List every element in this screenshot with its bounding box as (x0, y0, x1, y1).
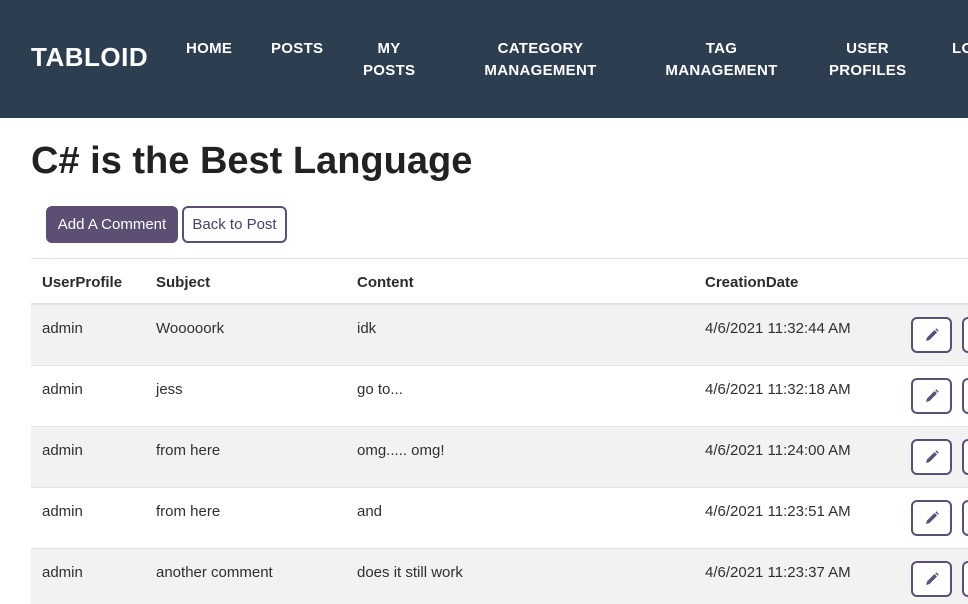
cell-content: and (357, 503, 383, 520)
nav-tag-management[interactable]: TAG MANAGEMENT (664, 38, 779, 82)
header-creationdate: CreationDate (705, 274, 799, 291)
header-userprofile: UserProfile (42, 274, 123, 291)
table-header: UserProfile Subject Content CreationDate (31, 258, 968, 305)
table-row: admin from here and 4/6/2021 11:23:51 AM (31, 488, 968, 549)
comments-table: UserProfile Subject Content CreationDate… (31, 258, 968, 604)
cell-date: 4/6/2021 11:23:51 AM (705, 503, 851, 520)
brand-logo[interactable]: TABLOID (31, 42, 148, 73)
table-row: admin jess go to... 4/6/2021 11:32:18 AM (31, 366, 968, 427)
cell-user: admin (42, 564, 83, 581)
table-row: admin another comment does it still work… (31, 549, 968, 604)
delete-button[interactable] (962, 561, 968, 597)
table-row: admin from here omg..... omg! 4/6/2021 1… (31, 427, 968, 488)
nav-home[interactable]: HOME (186, 38, 232, 60)
cell-subject: another comment (156, 564, 273, 581)
edit-button[interactable] (911, 500, 952, 536)
cell-content: go to... (357, 381, 403, 398)
cell-subject: from here (156, 503, 221, 520)
cell-content: idk (357, 320, 377, 337)
cell-user: admin (42, 503, 83, 520)
cell-date: 4/6/2021 11:32:18 AM (705, 381, 851, 398)
cell-user: admin (42, 381, 83, 398)
pencil-icon (925, 450, 939, 463)
pencil-icon (925, 389, 939, 402)
nav-user-profiles[interactable]: USER PROFILES (829, 38, 906, 82)
pencil-icon (925, 328, 939, 341)
edit-button[interactable] (911, 439, 952, 475)
cell-user: admin (42, 442, 83, 459)
cell-subject: Wooooork (156, 320, 225, 337)
nav-logout[interactable]: LO (952, 38, 968, 60)
delete-button[interactable] (962, 378, 968, 414)
add-comment-button[interactable]: Add A Comment (46, 206, 178, 243)
cell-subject: from here (156, 442, 221, 459)
delete-button[interactable] (962, 317, 968, 353)
nav-my-posts[interactable]: MY POSTS (363, 38, 415, 82)
delete-button[interactable] (962, 500, 968, 536)
cell-content: does it still work (357, 564, 463, 581)
cell-subject: jess (156, 381, 183, 398)
delete-button[interactable] (962, 439, 968, 475)
cell-user: admin (42, 320, 83, 337)
navbar: TABLOID HOME POSTS MY POSTS CATEGORY MAN… (0, 0, 968, 118)
edit-button[interactable] (911, 317, 952, 353)
cell-date: 4/6/2021 11:23:37 AM (705, 564, 851, 581)
back-to-post-button[interactable]: Back to Post (182, 206, 287, 243)
nav-category-management[interactable]: CATEGORY MANAGEMENT (483, 38, 598, 82)
header-content: Content (357, 274, 414, 291)
pencil-icon (925, 511, 939, 524)
nav-posts[interactable]: POSTS (271, 38, 323, 60)
cell-content: omg..... omg! (357, 442, 445, 459)
header-subject: Subject (156, 274, 211, 291)
cell-date: 4/6/2021 11:32:44 AM (705, 320, 851, 337)
pencil-icon (925, 572, 939, 585)
edit-button[interactable] (911, 378, 952, 414)
page-title: C# is the Best Language (31, 140, 473, 182)
cell-date: 4/6/2021 11:24:00 AM (705, 442, 851, 459)
table-row: admin Wooooork idk 4/6/2021 11:32:44 AM (31, 305, 968, 366)
edit-button[interactable] (911, 561, 952, 597)
